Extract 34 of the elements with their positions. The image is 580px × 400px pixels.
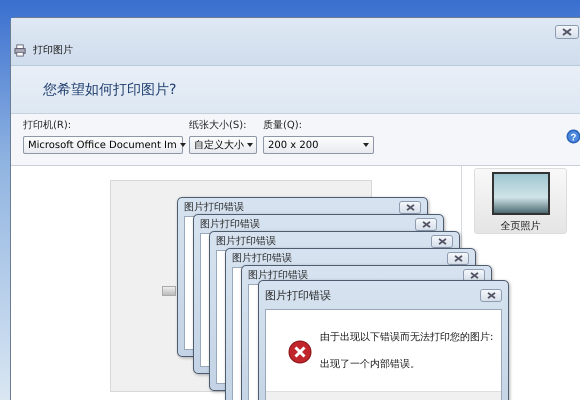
- close-icon: [438, 238, 446, 244]
- close-button[interactable]: [447, 252, 469, 264]
- window-title: 打印图片: [33, 44, 73, 57]
- error-message: 由于出现以下错误而无法打印您的图片:: [320, 330, 494, 344]
- dropdown[interactable]: Microsoft Office Document Im: [23, 136, 183, 154]
- close-icon: [422, 220, 430, 228]
- dropdown[interactable]: 自定义大小: [189, 136, 257, 154]
- printer-icon: [14, 44, 27, 56]
- photo-placeholder: [492, 172, 550, 215]
- close-button[interactable]: [431, 234, 453, 248]
- error-message: 出现了一个内部错误。: [320, 358, 421, 371]
- close-button[interactable]: [480, 288, 502, 302]
- dialog-title: 图片打印错误: [232, 252, 292, 265]
- header-question: 您希望如何打印图片?: [43, 80, 176, 98]
- dialog-title: 图片打印错误: [184, 200, 244, 214]
- close-button[interactable]: [463, 268, 485, 282]
- close-icon: [562, 28, 572, 36]
- dropdown[interactable]: 200 x 200: [263, 136, 374, 154]
- close-icon: [486, 292, 496, 298]
- dialog-title: 图片打印错误: [248, 268, 308, 282]
- preview-handle: [162, 286, 176, 296]
- option-label: 打印机(R):: [23, 118, 72, 132]
- close-icon: [406, 204, 414, 210]
- close-button[interactable]: [399, 200, 421, 214]
- close-button[interactable]: [555, 25, 579, 39]
- option-label: 纸张大小(S):: [189, 118, 248, 132]
- close-icon: [454, 254, 462, 262]
- option-label: 质量(Q):: [263, 118, 304, 132]
- error-icon: [288, 340, 312, 364]
- dialog-title: 图片打印错误: [265, 288, 331, 302]
- close-button[interactable]: [415, 218, 437, 230]
- layout-option[interactable]: 全页照片: [474, 168, 567, 234]
- dialog-title: 图片打印错误: [200, 218, 260, 231]
- dialog-title: 图片打印错误: [216, 234, 276, 248]
